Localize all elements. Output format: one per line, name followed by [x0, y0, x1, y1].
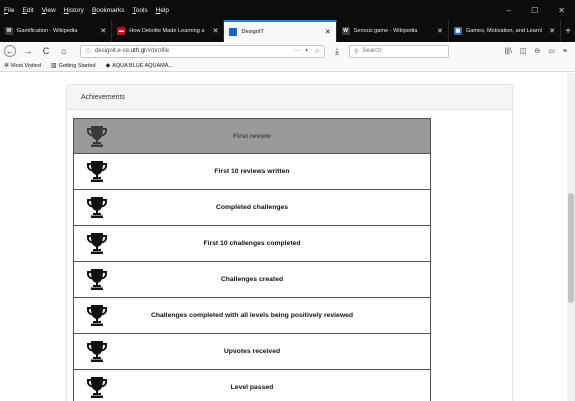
bookmark-star-icon[interactable]: ☆: [314, 47, 320, 55]
achievement-label: Challenges completed with all levels bei…: [150, 312, 354, 319]
navigation-toolbar: ← → C ⌂ ⓘ designit.e-ce.uth.gr/#/profile…: [0, 42, 575, 60]
tab-3[interactable]: W Serious game - Wikipedia ✕: [337, 20, 449, 42]
achievement-label: First 10 challenges completed: [203, 240, 301, 247]
achievement-row: First 10 challenges completed: [73, 226, 431, 262]
maximize-button[interactable]: ☐: [531, 6, 538, 15]
trophy-icon: [85, 375, 109, 399]
adblock-icon[interactable]: ⊖: [534, 47, 540, 55]
home-button[interactable]: ⌂: [58, 45, 70, 57]
tab-favicon-icon: W: [341, 27, 350, 35]
bookmark-aqua-blue[interactable]: ◆ AQUA BLUE AQUAMA...: [105, 62, 174, 70]
scrollbar-thumb[interactable]: [568, 193, 574, 303]
firefox-icon: ▥: [50, 63, 57, 69]
bookmark-label: Getting Started: [58, 62, 96, 69]
back-button[interactable]: ←: [4, 45, 16, 57]
trophy-icon: [85, 339, 109, 363]
menu-view[interactable]: View: [42, 7, 56, 14]
url-bar[interactable]: ⓘ designit.e-ce.uth.gr/#/profile ··· ◐ ☆: [80, 44, 325, 58]
tab-title: How Deloitte Made Learning a: [129, 28, 205, 34]
menu-help[interactable]: Help: [156, 7, 169, 14]
tab-favicon-icon: [229, 28, 238, 36]
bookmark-label: Most Visited: [11, 62, 41, 69]
hamburger-menu-icon[interactable]: ≡: [563, 48, 567, 55]
achievement-row: Challenges completed with all levels bei…: [73, 298, 431, 334]
close-tab-icon[interactable]: ✕: [437, 27, 443, 35]
achievement-label: First 10 reviews written: [214, 168, 290, 175]
achievements-list: First review First 10 reviews written Comp…: [73, 118, 431, 401]
minimize-button[interactable]: –: [507, 6, 511, 15]
achievement-row: Upvotes received: [73, 334, 431, 370]
close-tab-icon[interactable]: ✕: [549, 27, 555, 35]
menu-history[interactable]: History: [64, 7, 84, 14]
reload-button[interactable]: C: [40, 45, 52, 57]
download-icon[interactable]: ⤓: [331, 45, 343, 57]
trophy-icon: [85, 195, 109, 219]
extension-icon[interactable]: ◫: [520, 47, 527, 55]
tab-favicon-icon: W: [5, 27, 13, 35]
achievement-row: First review: [73, 118, 431, 154]
close-tab-icon[interactable]: ✕: [325, 28, 331, 36]
trophy-icon: [85, 231, 109, 255]
page-actions: ··· ◐ ☆: [294, 47, 320, 55]
bookmark-getting-started[interactable]: ▥ Getting Started: [50, 62, 96, 70]
trophy-icon: [85, 124, 109, 148]
window-controls: – ☐ ✕: [507, 6, 575, 15]
close-tab-icon[interactable]: ✕: [100, 27, 106, 35]
bookmark-label: AQUA BLUE AQUAMA...: [112, 62, 174, 69]
page-viewport: Achievements First review First 10 review…: [0, 73, 567, 401]
tab-favicon-icon: ▦: [453, 27, 462, 35]
achievement-label: First review: [233, 132, 271, 140]
achievement-row: Level passed: [73, 370, 431, 401]
achievement-row: Completed challenges: [73, 190, 431, 226]
achievement-label: Level passed: [230, 384, 274, 391]
vertical-scrollbar[interactable]: [567, 73, 575, 401]
achievement-row: First 10 reviews written: [73, 154, 431, 190]
new-tab-button[interactable]: +: [561, 20, 575, 42]
tab-4[interactable]: ▦ Games, Motivation, and Learni ✕: [449, 20, 562, 42]
menu-bar: File Edit View History Bookmarks Tools H…: [0, 7, 169, 14]
menu-edit[interactable]: Edit: [23, 7, 34, 14]
tab-strip: W Gamification - Wikipedia ✕ ▬ How Deloitte …: [0, 20, 575, 42]
tab-title: Games, Motivation, and Learni: [465, 28, 543, 34]
bookmark-most-visited[interactable]: ✲ Most Visited: [4, 62, 41, 70]
close-tab-icon[interactable]: ✕: [213, 27, 219, 35]
achievement-label: Challenges created: [220, 276, 284, 283]
menu-bookmarks[interactable]: Bookmarks: [92, 7, 125, 14]
tab-title: Serious game - Wikipedia: [353, 28, 418, 34]
close-window-button[interactable]: ✕: [558, 6, 565, 15]
bookmark-favicon-icon: ◆: [105, 63, 111, 69]
panel-title: Achievements: [67, 85, 512, 110]
pocket-icon[interactable]: ◐: [305, 47, 309, 55]
tab-2[interactable]: DesignIT ✕: [224, 20, 337, 42]
tab-title: DesignIT: [241, 29, 264, 35]
gear-icon: ✲: [4, 63, 10, 69]
toolbar-right: |||\ ◫ ⊖ ▭ ≡: [504, 47, 571, 56]
url-text[interactable]: designit.e-ce.uth.gr/#/profile: [95, 48, 290, 54]
bookmarks-bar: ✲ Most Visited ▥ Getting Started ◆ AQUA …: [0, 60, 575, 72]
sidebar-icon[interactable]: ▭: [548, 47, 555, 55]
info-icon[interactable]: ⓘ: [85, 47, 91, 56]
achievement-label: Upvotes received: [223, 348, 281, 355]
library-icon[interactable]: |||\: [504, 48, 511, 55]
menu-file[interactable]: File: [4, 7, 15, 14]
search-placeholder: Search: [362, 48, 382, 54]
search-input[interactable]: ⚲ Search: [349, 44, 449, 58]
forward-button[interactable]: →: [22, 45, 34, 57]
tab-1[interactable]: ▬ How Deloitte Made Learning a ✕: [112, 20, 225, 42]
achievement-label: Completed challenges: [215, 204, 289, 211]
achievement-row: Challenges created: [73, 262, 431, 298]
trophy-icon: [85, 267, 109, 291]
tab-0[interactable]: W Gamification - Wikipedia ✕: [0, 20, 113, 42]
tab-favicon-icon: ▬: [117, 27, 126, 35]
title-bar: File Edit View History Bookmarks Tools H…: [0, 0, 575, 20]
trophy-icon: [85, 159, 109, 183]
search-icon: ⚲: [354, 48, 359, 55]
trophy-icon: [85, 303, 109, 327]
menu-tools[interactable]: Tools: [132, 7, 147, 14]
page-actions-menu-icon[interactable]: ···: [294, 47, 301, 55]
tab-title: Gamification - Wikipedia: [17, 28, 78, 34]
